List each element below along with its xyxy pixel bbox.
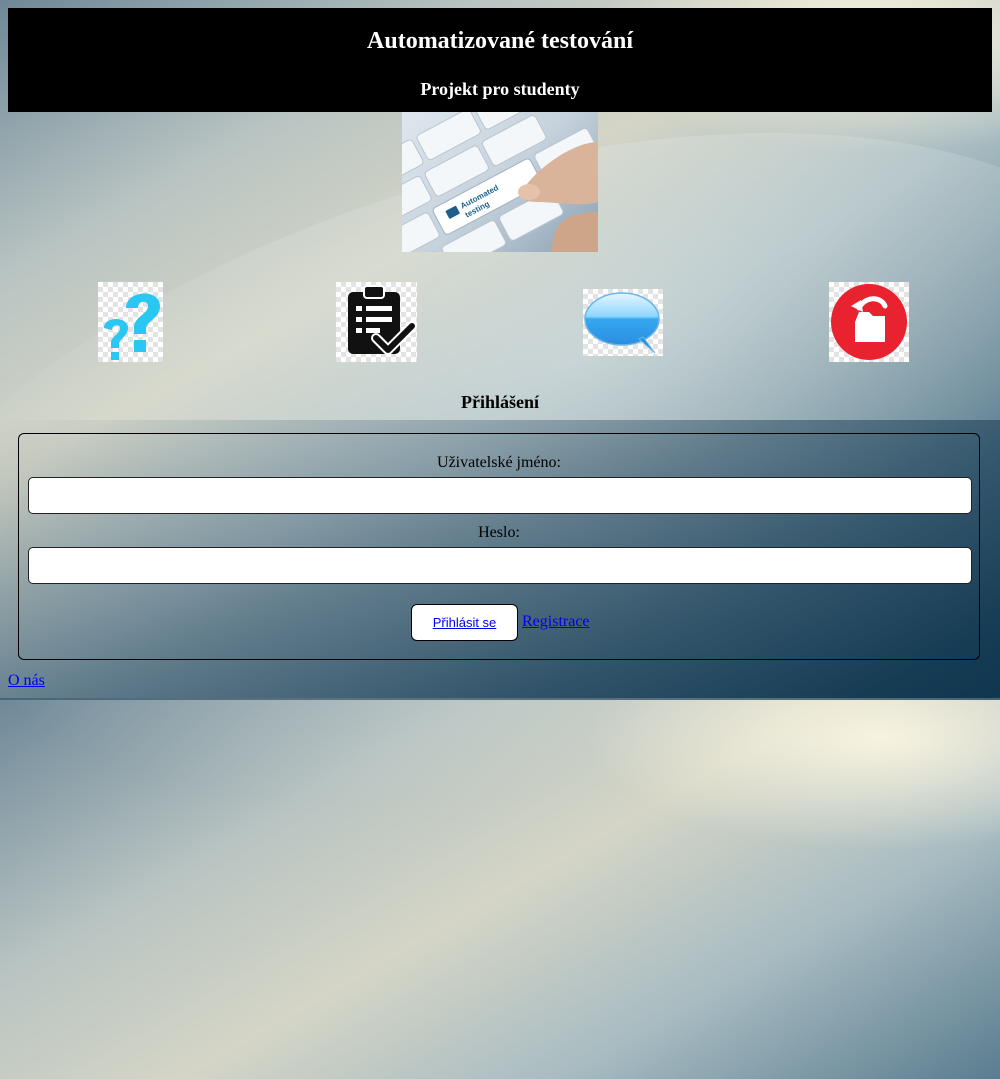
password-label: Heslo: [478, 524, 520, 541]
login-form: Uživatelské jméno: Heslo: Přihlásit se R… [18, 433, 980, 660]
hero-image: Automated testing [402, 112, 598, 252]
chat-link[interactable] [583, 289, 663, 356]
page-subtitle: Projekt pro studenty [420, 79, 580, 99]
password-input[interactable] [28, 547, 972, 584]
about-link[interactable]: O nás [8, 672, 45, 690]
logout-link[interactable] [829, 282, 909, 362]
page-header: Automatizované testování Projekt pro stu… [8, 8, 992, 112]
login-button[interactable]: Přihlásit se [411, 604, 518, 641]
login-heading: Přihlášení [460, 392, 539, 412]
help-icon [104, 293, 160, 360]
clipboard-check-icon [348, 285, 417, 355]
speech-bubble-icon [584, 292, 660, 354]
page-title: Automatizované testování [367, 28, 633, 54]
register-link[interactable]: Registrace [522, 613, 590, 631]
username-label: Uživatelské jméno: [437, 454, 561, 471]
logout-icon [831, 284, 907, 360]
tasks-link[interactable] [336, 282, 417, 362]
help-link[interactable] [98, 282, 163, 362]
username-input[interactable] [28, 477, 972, 514]
keyboard-illustration: Automated testing [402, 112, 598, 252]
